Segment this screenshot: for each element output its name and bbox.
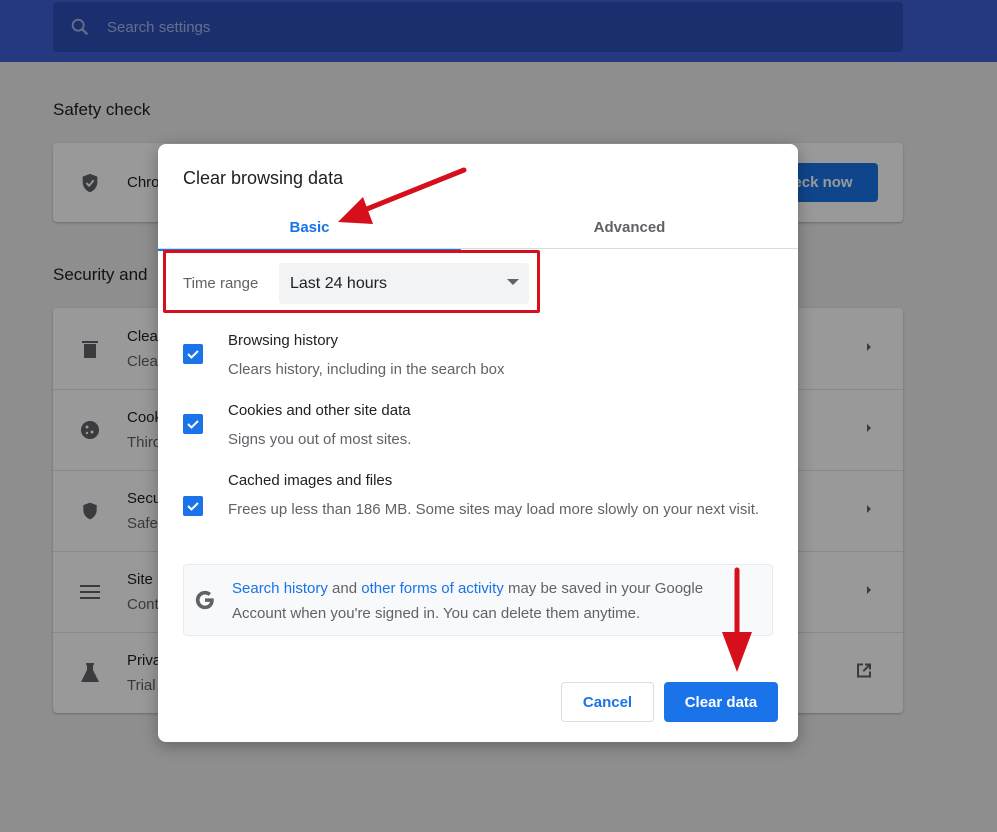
dropdown-arrow-icon <box>507 279 519 285</box>
tab-basic[interactable]: Basic <box>158 206 461 251</box>
option-desc: Frees up less than 186 MB. Some sites ma… <box>228 501 760 518</box>
option-desc: Clears history, including in the search … <box>228 361 505 378</box>
option-title: Cached images and files <box>228 472 393 489</box>
clear-browsing-data-dialog: Clear browsing data Basic Advanced Time … <box>158 144 798 742</box>
option-browsing-history: Browsing history Clears history, includi… <box>183 332 773 387</box>
option-desc: Signs you out of most sites. <box>228 431 412 448</box>
other-activity-link[interactable]: other forms of activity <box>361 580 504 597</box>
time-range-label: Time range <box>183 275 259 292</box>
checkbox-cookies[interactable] <box>183 414 203 434</box>
option-cookies: Cookies and other site data Signs you ou… <box>183 402 773 457</box>
dialog-tabs: Basic Advanced <box>158 206 798 251</box>
option-title: Browsing history <box>228 332 339 349</box>
dialog-title: Clear browsing data <box>183 168 344 188</box>
option-cached-images: Cached images and files Frees up less th… <box>183 472 773 552</box>
google-g-icon <box>194 589 216 616</box>
google-notice-text: Search history and other forms of activi… <box>232 576 752 626</box>
checkbox-browsing-history[interactable] <box>183 344 203 364</box>
search-history-link[interactable]: Search history <box>232 580 328 597</box>
option-title: Cookies and other site data <box>228 402 411 419</box>
checkbox-cached-images[interactable] <box>183 496 203 516</box>
time-range-row: Time range Last 24 hours <box>183 263 529 304</box>
clear-data-button[interactable]: Clear data <box>664 682 778 722</box>
notice-text-and: and <box>327 580 362 597</box>
tab-advanced[interactable]: Advanced <box>478 206 781 249</box>
google-account-notice: Search history and other forms of activi… <box>183 564 773 636</box>
time-range-value: Last 24 hours <box>290 274 387 292</box>
cancel-button[interactable]: Cancel <box>561 682 654 722</box>
time-range-select[interactable]: Last 24 hours <box>279 263 529 304</box>
